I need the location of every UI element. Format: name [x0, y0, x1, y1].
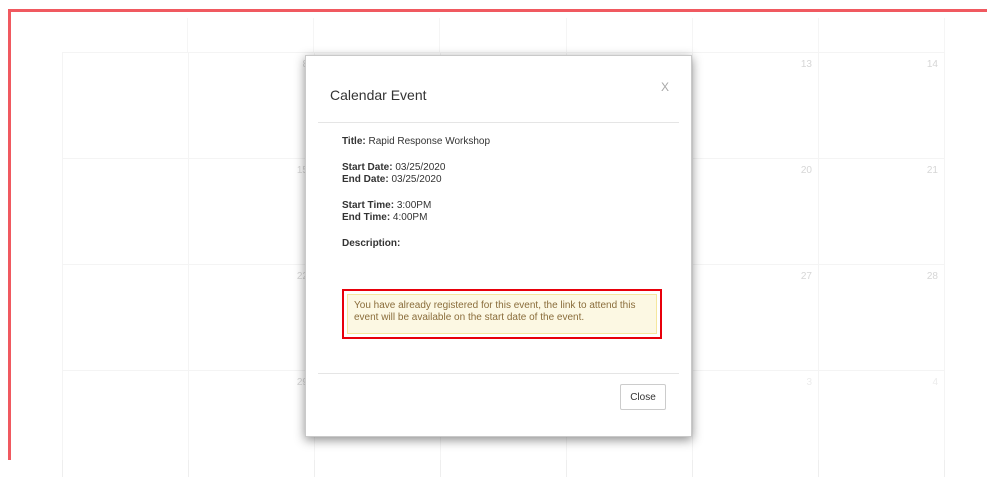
registration-notice: You have already registered for this eve…: [347, 294, 657, 334]
end-time-label: End Time:: [342, 212, 391, 223]
event-title-value: Rapid Response Workshop: [365, 136, 491, 147]
end-date-label: End Date:: [342, 174, 389, 185]
event-title-row: Title: Rapid Response Workshop: [342, 136, 672, 148]
notice-highlight: You have already registered for this eve…: [342, 289, 662, 339]
description-row: Description:: [342, 238, 672, 250]
close-x-button[interactable]: X: [661, 80, 669, 94]
modal-title: Calendar Event: [330, 87, 427, 103]
modal-body: Title: Rapid Response Workshop Start Dat…: [342, 136, 672, 250]
start-time-value: 3:00PM: [394, 200, 432, 211]
start-time-label: Start Time:: [342, 200, 395, 211]
end-date-row: End Date: 03/25/2020: [342, 174, 672, 186]
start-date-label: Start Date:: [342, 162, 393, 173]
start-time-row: Start Time: 3:00PM: [342, 200, 672, 212]
description-label: Description:: [342, 238, 401, 249]
start-date-row: Start Date: 03/25/2020: [342, 162, 672, 174]
header-divider: [318, 122, 679, 123]
end-date-value: 03/25/2020: [388, 174, 442, 185]
start-date-value: 03/25/2020: [392, 162, 446, 173]
footer-divider: [318, 373, 679, 374]
end-time-value: 4:00PM: [390, 212, 428, 223]
close-button[interactable]: Close: [620, 384, 666, 410]
calendar-event-modal: Calendar Event X Title: Rapid Response W…: [305, 55, 692, 437]
end-time-row: End Time: 4:00PM: [342, 212, 672, 224]
event-title-label: Title:: [342, 136, 366, 147]
